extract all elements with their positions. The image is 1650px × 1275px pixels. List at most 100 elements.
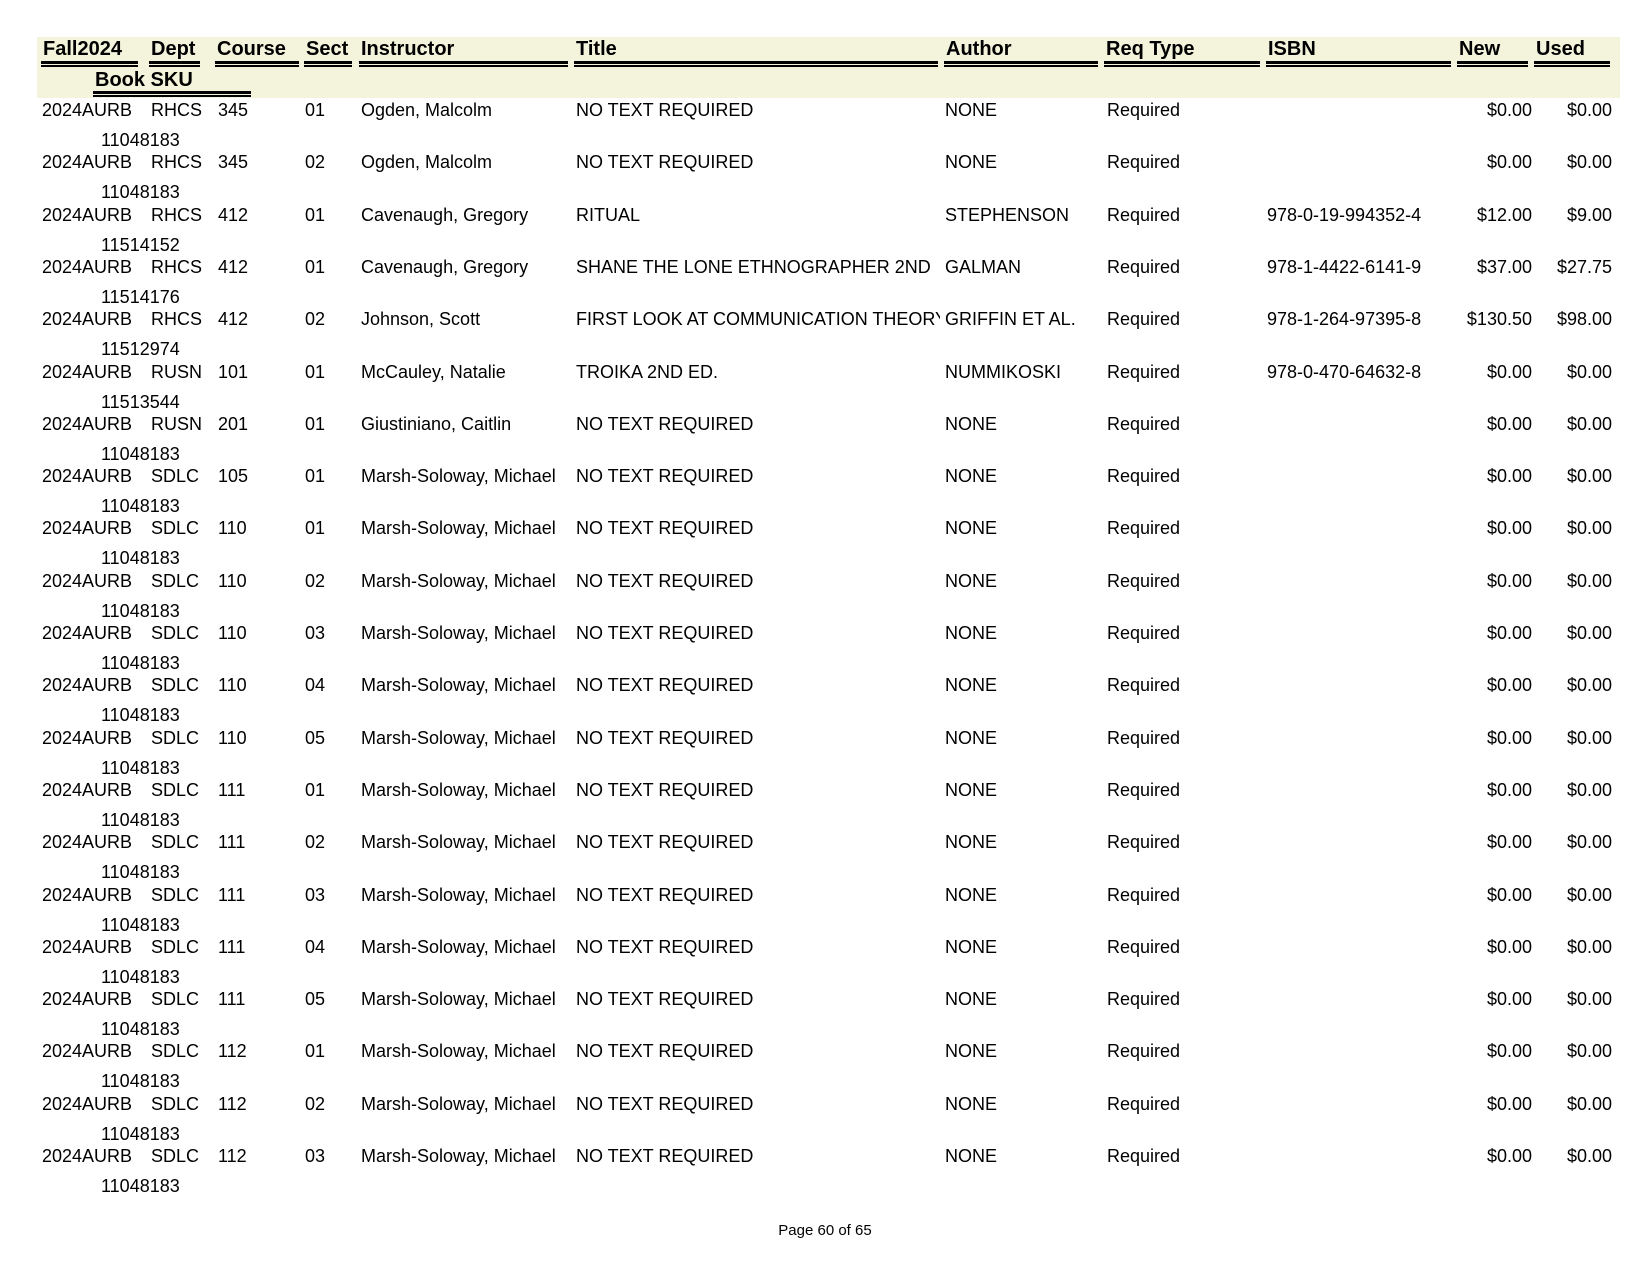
cell-dept: RUSN <box>151 413 203 434</box>
header-title-underline <box>574 61 938 67</box>
header-isbn-underline <box>1266 61 1451 67</box>
cell-title: NO TEXT REQUIRED <box>576 152 754 173</box>
cell-title: SHANE THE LONE ETHNOGRAPHER 2ND <box>576 256 931 277</box>
cell-isbn: 978-1-264-97395-8 <box>1267 309 1422 330</box>
cell-used: $98.00 <box>1556 309 1612 330</box>
cell-course: 111 <box>218 832 246 853</box>
table-row: 2024AURB RHCS 345 01 Ogden, Malcolm NO TEXT R… <box>0 99 1650 151</box>
cell-dept: RHCS <box>151 100 203 120</box>
cell-term: 2024AURB <box>42 1041 133 1062</box>
cell-dept: RUSN <box>151 361 203 382</box>
cell-title: NO TEXT REQUIRED <box>576 675 754 696</box>
cell-req: Required <box>1107 936 1181 957</box>
cell-term: 2024AURB <box>42 727 133 748</box>
cell-term: 2024AURB <box>42 570 133 591</box>
cell-course: 412 <box>218 256 249 277</box>
cell-instructor: Marsh-Soloway, Michael <box>361 884 556 905</box>
cell-sect: 03 <box>305 884 326 905</box>
cell-req: Required <box>1107 727 1181 748</box>
cell-book-sku: 11048183 <box>101 966 180 987</box>
cell-book-sku: 11048183 <box>101 130 180 150</box>
cell-new: $37.00 <box>1476 256 1532 277</box>
cell-dept: RHCS <box>151 152 203 173</box>
header-used: Used <box>1536 38 1585 60</box>
cell-used: $0.00 <box>1566 1093 1612 1114</box>
header-sect-underline <box>304 61 352 67</box>
table-row: 2024AURB SDLC 110 05 Marsh-Soloway, Michael N… <box>0 727 1650 779</box>
cell-instructor: Marsh-Soloway, Michael <box>361 936 556 957</box>
cell-book-sku: 11512974 <box>101 339 180 360</box>
cell-new: $12.00 <box>1476 204 1532 225</box>
cell-title: NO TEXT REQUIRED <box>576 779 754 800</box>
cell-title: NO TEXT REQUIRED <box>576 413 754 434</box>
cell-used: $0.00 <box>1566 779 1612 800</box>
cell-author: NONE <box>945 989 998 1010</box>
cell-used: $0.00 <box>1566 1146 1612 1166</box>
cell-book-sku: 11048183 <box>101 653 180 673</box>
table-row: 2024AURB RUSN 101 01 McCauley, Natalie TROIKA… <box>0 361 1650 413</box>
header-new-underline <box>1457 61 1528 67</box>
cell-course: 112 <box>218 1041 247 1062</box>
header-req-type: Req Type <box>1106 38 1195 60</box>
cell-book-sku: 11048183 <box>101 914 180 935</box>
cell-author: NONE <box>945 727 998 748</box>
table-row: 2024AURB SDLC 111 01 Marsh-Soloway, Michael N… <box>0 779 1650 831</box>
cell-used: $9.00 <box>1566 204 1612 225</box>
cell-isbn: 978-0-470-64632-8 <box>1267 361 1422 382</box>
cell-course: 110 <box>218 570 247 591</box>
header-new: New <box>1459 38 1501 60</box>
cell-author: NONE <box>945 100 998 120</box>
table-row: 2024AURB SDLC 112 02 Marsh-Soloway, Michael N… <box>0 1093 1650 1145</box>
cell-dept: SDLC <box>151 884 200 905</box>
cell-sect: 03 <box>305 1146 326 1166</box>
header-used-underline <box>1534 61 1610 67</box>
cell-instructor: McCauley, Natalie <box>361 361 506 382</box>
cell-sect: 05 <box>305 989 326 1010</box>
cell-used: $0.00 <box>1566 936 1612 957</box>
table-row: 2024AURB SDLC 111 05 Marsh-Soloway, Michael N… <box>0 988 1650 1040</box>
cell-used: $0.00 <box>1566 727 1612 748</box>
cell-req: Required <box>1107 570 1181 591</box>
cell-new: $0.00 <box>1486 1146 1532 1166</box>
cell-used: $0.00 <box>1566 518 1612 539</box>
cell-author: NONE <box>945 466 998 487</box>
cell-term: 2024AURB <box>42 884 133 905</box>
cell-title: NO TEXT REQUIRED <box>576 936 754 957</box>
header-dept: Dept <box>151 38 196 60</box>
table-row: 2024AURB SDLC 110 04 Marsh-Soloway, Michael N… <box>0 674 1650 726</box>
header-req-type-underline <box>1104 61 1260 67</box>
cell-sect: 02 <box>305 832 326 853</box>
header-title: Title <box>576 38 617 60</box>
cell-title: NO TEXT REQUIRED <box>576 884 754 905</box>
cell-new: $0.00 <box>1486 1093 1532 1114</box>
cell-instructor: Ogden, Malcolm <box>361 100 493 120</box>
cell-author: NONE <box>945 623 998 643</box>
cell-instructor: Cavenaugh, Gregory <box>361 204 529 225</box>
header-author: Author <box>946 38 1012 60</box>
header-instructor-underline <box>359 61 568 67</box>
cell-sect: 05 <box>305 727 326 748</box>
cell-req: Required <box>1107 1093 1181 1114</box>
cell-dept: RHCS <box>151 256 203 277</box>
cell-req: Required <box>1107 779 1181 800</box>
cell-req: Required <box>1107 518 1181 539</box>
cell-title: NO TEXT REQUIRED <box>576 727 754 748</box>
cell-dept: SDLC <box>151 675 200 696</box>
cell-book-sku: 11048183 <box>101 182 180 203</box>
cell-req: Required <box>1107 675 1181 696</box>
cell-course: 110 <box>218 675 247 696</box>
header-dept-underline <box>149 61 200 67</box>
cell-course: 105 <box>218 466 249 487</box>
cell-course: 112 <box>218 1146 247 1166</box>
cell-req: Required <box>1107 1041 1181 1062</box>
cell-instructor: Marsh-Soloway, Michael <box>361 832 556 853</box>
cell-new: $0.00 <box>1486 727 1532 748</box>
cell-used: $0.00 <box>1566 1041 1612 1062</box>
cell-title: NO TEXT REQUIRED <box>576 1093 754 1114</box>
header-author-underline <box>944 61 1098 67</box>
cell-new: $0.00 <box>1486 936 1532 957</box>
cell-used: $27.75 <box>1556 256 1612 277</box>
cell-new: $0.00 <box>1486 466 1532 487</box>
cell-course: 111 <box>218 884 246 905</box>
cell-term: 2024AURB <box>42 466 133 487</box>
